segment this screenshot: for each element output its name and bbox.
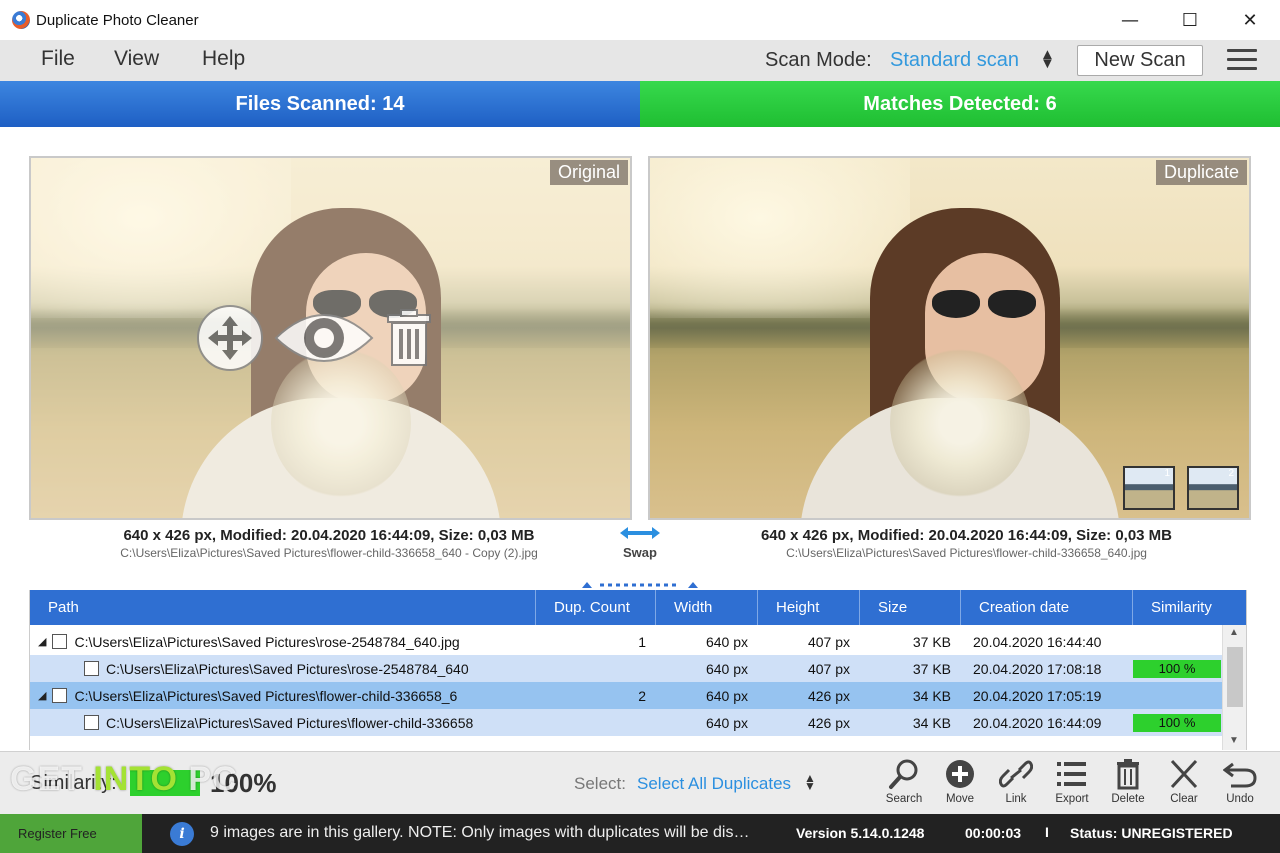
thumbnail-1[interactable]: 1 <box>1123 466 1175 510</box>
table-row[interactable]: ◢ C:\Users\Eliza\Pictures\Saved Pictures\… <box>30 628 1222 655</box>
col-dup-count[interactable]: Dup. Count <box>536 590 656 625</box>
clear-x-icon <box>1170 759 1198 789</box>
scroll-thumb[interactable] <box>1227 647 1243 707</box>
row-checkbox[interactable] <box>84 661 99 676</box>
watermark-logo: GET INTO PC <box>10 760 238 798</box>
col-size[interactable]: Size <box>860 590 961 625</box>
scan-timer: 00:00:03 <box>965 825 1022 841</box>
similarity-bar: 100 % <box>1133 713 1221 732</box>
col-similarity[interactable]: Similarity <box>1133 590 1246 625</box>
maximize-button[interactable]: ☐ <box>1160 0 1220 40</box>
col-creation-date[interactable]: Creation date <box>961 590 1133 625</box>
collapse-triangle-icon[interactable]: ◢ <box>38 689 46 702</box>
version-label: Version 5.14.0.1248 <box>796 825 925 841</box>
table-row[interactable]: C:\Users\Eliza\Pictures\Saved Pictures\r… <box>30 655 1222 682</box>
table-header: Path Dup. Count Width Height Size Creati… <box>30 590 1246 625</box>
info-icon: i <box>170 822 194 846</box>
table-row[interactable]: ◢ C:\Users\Eliza\Pictures\Saved Pictures\… <box>30 682 1222 709</box>
search-button[interactable]: Search <box>876 758 932 810</box>
link-icon <box>999 760 1033 788</box>
undo-arrow-icon <box>1223 762 1257 788</box>
view-eye-icon[interactable] <box>274 306 374 370</box>
row-checkbox[interactable] <box>52 688 68 703</box>
menu-file[interactable]: File <box>41 47 75 71</box>
similarity-bar: 100 % <box>1133 659 1221 678</box>
registration-status: Status: UNREGISTERED <box>1070 825 1233 841</box>
select-arrows-icon[interactable]: ▲ ▼ <box>804 772 816 792</box>
move-arrows-icon[interactable] <box>196 304 264 372</box>
export-button[interactable]: Export <box>1044 758 1100 810</box>
delete-trash-icon[interactable] <box>384 309 434 367</box>
scan-mode-arrows-icon[interactable]: ▲ ▼ <box>1040 47 1055 71</box>
results-table: Path Dup. Count Width Height Size Creati… <box>29 590 1247 750</box>
collapse-triangle-icon[interactable]: ◢ <box>38 635 46 648</box>
menu-view[interactable]: View <box>114 47 159 71</box>
original-info: 640 x 426 px, Modified: 20.04.2020 16:44… <box>123 527 535 544</box>
original-photo-panel[interactable]: Original <box>29 156 632 520</box>
clear-button[interactable]: Clear <box>1156 758 1212 810</box>
files-scanned: Files Scanned: 14 <box>0 81 640 127</box>
menu-help[interactable]: Help <box>202 47 245 71</box>
delete-button[interactable]: Delete <box>1100 758 1156 810</box>
app-icon <box>12 11 30 29</box>
table-row[interactable]: C:\Users\Eliza\Pictures\Saved Pictures\f… <box>30 709 1222 736</box>
status-separator: I <box>1045 824 1049 840</box>
stats-bar: Files Scanned: 14 Matches Detected: 6 <box>0 81 1280 127</box>
minimize-button[interactable]: — <box>1100 0 1160 40</box>
export-list-icon <box>1057 762 1086 786</box>
row-checkbox[interactable] <box>84 715 99 730</box>
matches-detected: Matches Detected: 6 <box>640 81 1280 127</box>
col-height[interactable]: Height <box>758 590 860 625</box>
scroll-down-icon[interactable]: ▼ <box>1229 735 1239 746</box>
scan-mode-label: Scan Mode: <box>765 49 872 71</box>
duplicate-path: C:\Users\Eliza\Pictures\Saved Pictures\f… <box>786 546 1147 560</box>
thumbnail-2[interactable]: 2 <box>1187 466 1239 510</box>
panel-splitter-handle[interactable] <box>582 580 698 590</box>
duplicate-photo <box>650 158 1249 518</box>
swap-button[interactable]: Swap <box>612 526 668 560</box>
hamburger-menu-icon[interactable] <box>1227 49 1257 71</box>
new-scan-button[interactable]: New Scan <box>1077 45 1203 76</box>
title-bar: Duplicate Photo Cleaner — ☐ ✕ <box>0 0 1280 40</box>
move-button[interactable]: Move <box>932 758 988 810</box>
undo-button[interactable]: Undo <box>1212 758 1268 810</box>
swap-arrows-icon <box>620 527 660 539</box>
original-path: C:\Users\Eliza\Pictures\Saved Pictures\f… <box>120 546 538 560</box>
plus-circle-icon <box>946 760 974 788</box>
select-dropdown[interactable]: Select All Duplicates <box>637 774 791 794</box>
col-path[interactable]: Path <box>30 590 536 625</box>
trash-icon <box>1117 759 1139 790</box>
scroll-up-icon[interactable]: ▲ <box>1229 627 1239 638</box>
duplicate-info: 640 x 426 px, Modified: 20.04.2020 16:44… <box>760 527 1173 544</box>
register-free-button[interactable]: Register Free <box>0 814 142 853</box>
table-scrollbar[interactable]: ▲ ▼ <box>1222 625 1246 750</box>
swap-label: Swap <box>623 545 657 560</box>
scan-mode-select[interactable]: Standard scan <box>890 49 1019 72</box>
bottom-toolbar: Similarity: 100% GET INTO PC Select: Sel… <box>0 751 1280 814</box>
row-checkbox[interactable] <box>52 634 68 649</box>
menu-bar: File View Help Scan Mode: Standard scan … <box>0 40 1280 81</box>
link-button[interactable]: Link <box>988 758 1044 810</box>
close-button[interactable]: ✕ <box>1220 0 1280 40</box>
status-bar: Register Free i 9 images are in this gal… <box>0 814 1280 853</box>
search-icon <box>889 759 918 789</box>
col-width[interactable]: Width <box>656 590 758 625</box>
duplicate-photo-panel[interactable]: Duplicate 1 2 <box>648 156 1251 520</box>
status-message: 9 images are in this gallery. NOTE: Only… <box>210 824 750 841</box>
duplicate-label: Duplicate <box>1155 160 1247 185</box>
window-title: Duplicate Photo Cleaner <box>36 11 199 29</box>
select-label: Select: <box>574 774 626 793</box>
original-label: Original <box>549 160 628 185</box>
